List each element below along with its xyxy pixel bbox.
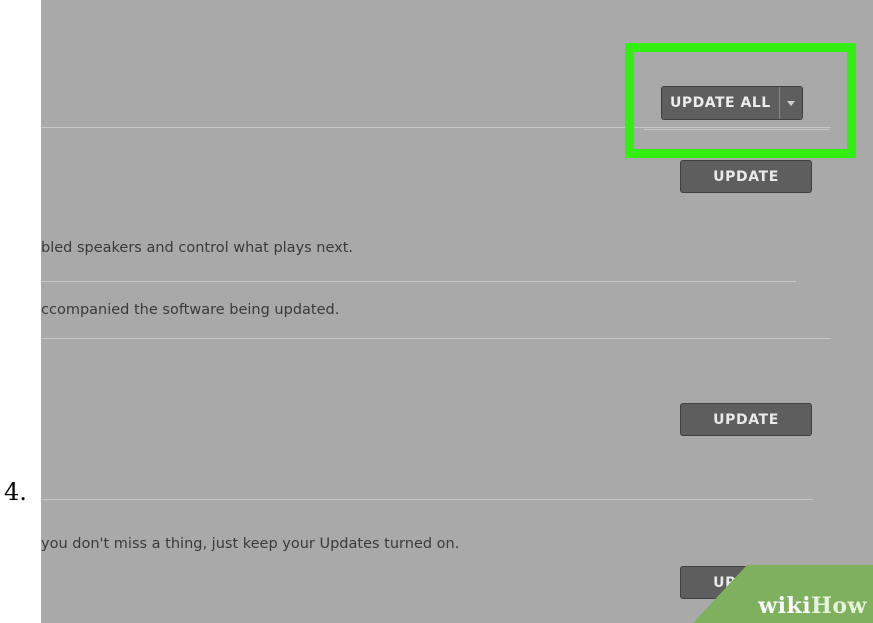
updates-panel: UPDATE ALL UPDATE bled speakers and cont… [41,0,873,623]
divider [41,281,796,282]
watermark-part: wiki [758,593,812,619]
update-button[interactable]: UPDATE [680,403,812,436]
highlight-box [625,43,856,158]
divider [41,338,831,339]
update-description: bled speakers and control what plays nex… [41,240,354,256]
update-description: you don't miss a thing, just keep your U… [41,536,460,552]
update-description: ccompanied the software being updated. [41,302,340,318]
divider [41,499,813,500]
wikihow-logo: wikiHow [758,593,867,619]
update-button[interactable]: UPDATE [680,160,812,193]
watermark-part: How [811,593,867,619]
step-number: 4. [4,478,27,506]
